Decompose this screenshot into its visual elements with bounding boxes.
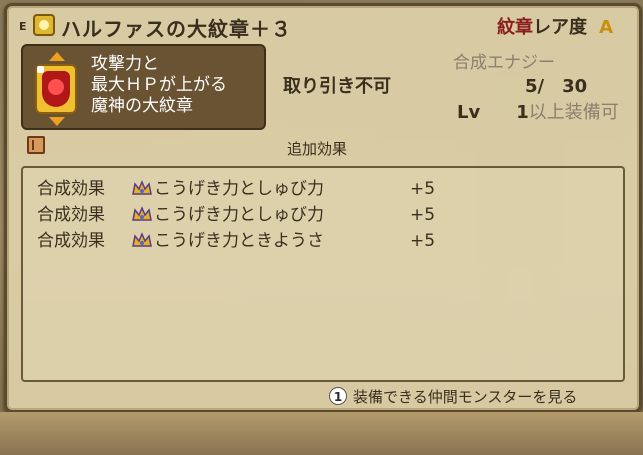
effects-list: 合成効果 こうげき力としゅび力 +5 合成効果 こうげき力としゅび力 +5 合成効果 こう… [21,166,625,382]
description-line: 魔神の大紋章 [91,96,193,116]
level-req-text: 以上装備可 [528,102,619,123]
view-monsters-label: 装備できる仲間モンスターを見る [353,388,578,406]
crown-icon [132,180,152,195]
game-screen: E ハルファスの大紋章＋３ 紋章レア度 A 攻撃力と 最大ＨＰが上がる 魔神の大紋… [0,0,643,455]
effect-label: 合成効果 [37,231,105,251]
effect-row: 合成効果 こうげき力としゅび力 +5 [37,174,435,200]
arrow-up-icon[interactable] [49,52,65,61]
effect-value: +5 [410,231,436,251]
description-line: 攻撃力と [91,54,159,74]
level-requirement: Lv 1以上装備可 [457,98,619,124]
effect-label: 合成効果 [37,205,105,225]
item-category: 紋章 [497,17,534,38]
rarity-grade: A [599,17,613,38]
effect-row: 合成効果 こうげき力ときようさ +5 [37,226,435,252]
effect-value: +5 [410,179,436,199]
item-description: 攻撃力と 最大ＨＰが上がる 魔神の大紋章 [91,54,227,117]
title-bar: E ハルファスの大紋章＋３ 紋章レア度 A [15,10,619,41]
description-line: 最大ＨＰが上がる [91,75,227,95]
crown-icon [132,232,152,247]
level-label: Lv [457,102,481,123]
rarity-label: レア度 [533,17,588,38]
crown-icon [132,206,152,221]
arrow-down-icon[interactable] [49,117,65,126]
button-1-icon: 1 [329,387,347,405]
effect-stat: こうげき力としゅび力 [154,179,324,199]
rarity-info: 紋章レア度 A [497,13,613,39]
effect-label: 合成効果 [37,179,105,199]
trade-status: 取り引き不可 [283,76,391,97]
item-summary-box: 攻撃力と 最大ＨＰが上がる 魔神の大紋章 [21,44,266,130]
effect-stat: こうげき力ときようさ [154,231,324,251]
synth-energy-label: 合成エナジー [453,53,555,73]
item-icon-selector[interactable] [31,52,81,126]
lock-icon [37,66,44,73]
effect-value: +5 [410,205,436,225]
item-detail-panel: E ハルファスの大紋章＋３ 紋章レア度 A 攻撃力と 最大ＨＰが上がる 魔神の大紋… [4,3,642,413]
effects-header: 追加効果 [287,140,348,158]
effect-row: 合成効果 こうげき力としゅび力 +5 [37,200,435,226]
book-icon[interactable] [27,136,45,154]
item-name: ハルファスの大紋章＋３ [61,17,292,41]
effect-stat: こうげき力としゅび力 [154,205,324,225]
equipped-mark: E [19,20,27,33]
synth-energy-value: 5/ 30 [525,76,588,97]
crest-badge-icon [33,14,55,36]
view-monsters-action[interactable]: 1 装備できる仲間モンスターを見る [329,386,577,407]
level-value: 1 [516,102,529,123]
bottom-hud-strip [0,412,643,455]
